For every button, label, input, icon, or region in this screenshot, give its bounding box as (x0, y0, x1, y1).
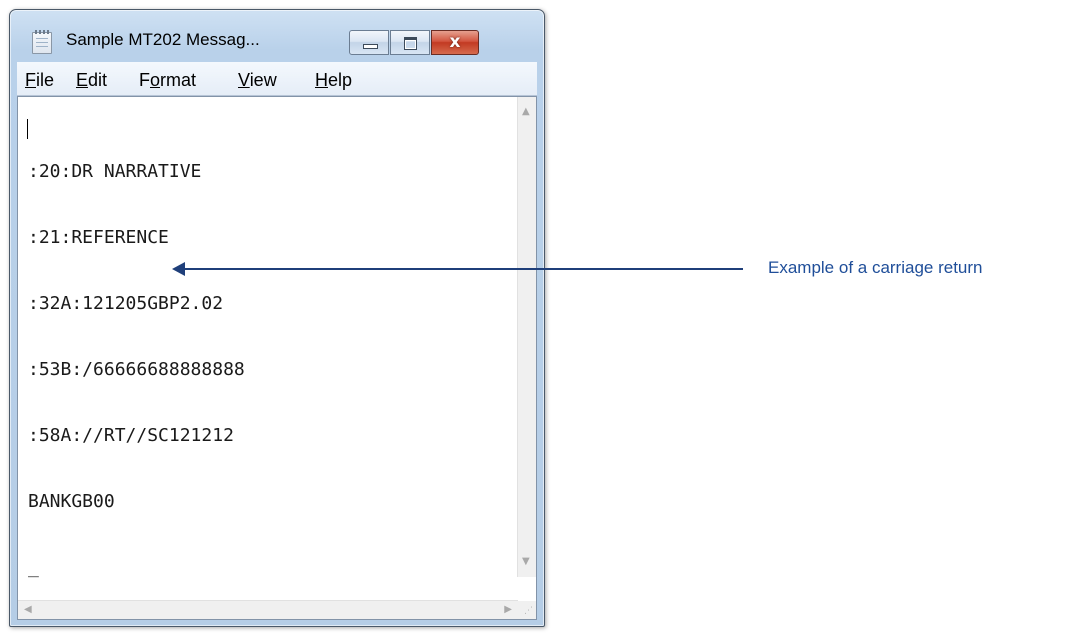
annotation-label: Example of a carriage return (768, 258, 983, 277)
minimize-icon (363, 44, 378, 49)
close-icon: x (449, 32, 461, 52)
size-grip-icon[interactable]: ⋰ (524, 607, 533, 616)
scroll-right-icon[interactable]: ▶ (504, 605, 512, 615)
notepad-icon[interactable] (32, 30, 52, 54)
maximize-button[interactable] (390, 30, 430, 55)
scroll-down-icon[interactable]: ▼ (522, 557, 530, 567)
menu-bar: File Edit Format View Help (17, 62, 537, 96)
title-bar[interactable]: Sample MT202 Messag... x (10, 10, 544, 60)
menu-file[interactable]: File (25, 70, 54, 91)
text-line[interactable]: _ (28, 557, 518, 579)
maximize-icon (404, 37, 417, 50)
text-line[interactable]: :21:REFERENCE (28, 227, 518, 249)
scroll-corner: ⋰ (518, 601, 536, 619)
horizontal-scrollbar[interactable]: ◀ ▶ (18, 600, 518, 619)
text-line[interactable]: BANKGB00 (28, 491, 518, 513)
menu-edit[interactable]: Edit (76, 70, 107, 91)
text-editor[interactable]: :20:DR NARRATIVE :21:REFERENCE :32A:1212… (17, 96, 537, 620)
annotation-line (183, 268, 743, 270)
scroll-up-icon[interactable]: ▲ (522, 107, 530, 117)
window-title: Sample MT202 Messag... (66, 30, 260, 49)
text-line[interactable]: :20:DR NARRATIVE (28, 161, 518, 183)
arrow-icon (172, 262, 185, 276)
document-text[interactable]: :20:DR NARRATIVE :21:REFERENCE :32A:1212… (18, 97, 518, 579)
minimize-button[interactable] (349, 30, 389, 55)
text-line[interactable]: :58A://RT//SC121212 (28, 425, 518, 447)
menu-help[interactable]: Help (315, 70, 352, 91)
menu-view[interactable]: View (238, 70, 277, 91)
menu-format[interactable]: Format (139, 70, 196, 91)
text-line[interactable]: :32A:121205GBP2.02 (28, 293, 518, 315)
text-line[interactable]: :53B:/66666688888888 (28, 359, 518, 381)
scroll-left-icon[interactable]: ◀ (24, 605, 32, 615)
text-caret (27, 119, 28, 139)
vertical-scrollbar[interactable]: ▲ ▼ (517, 97, 536, 577)
notepad-window: Sample MT202 Messag... x File Edit Forma… (9, 9, 545, 627)
close-button[interactable]: x (431, 30, 479, 55)
